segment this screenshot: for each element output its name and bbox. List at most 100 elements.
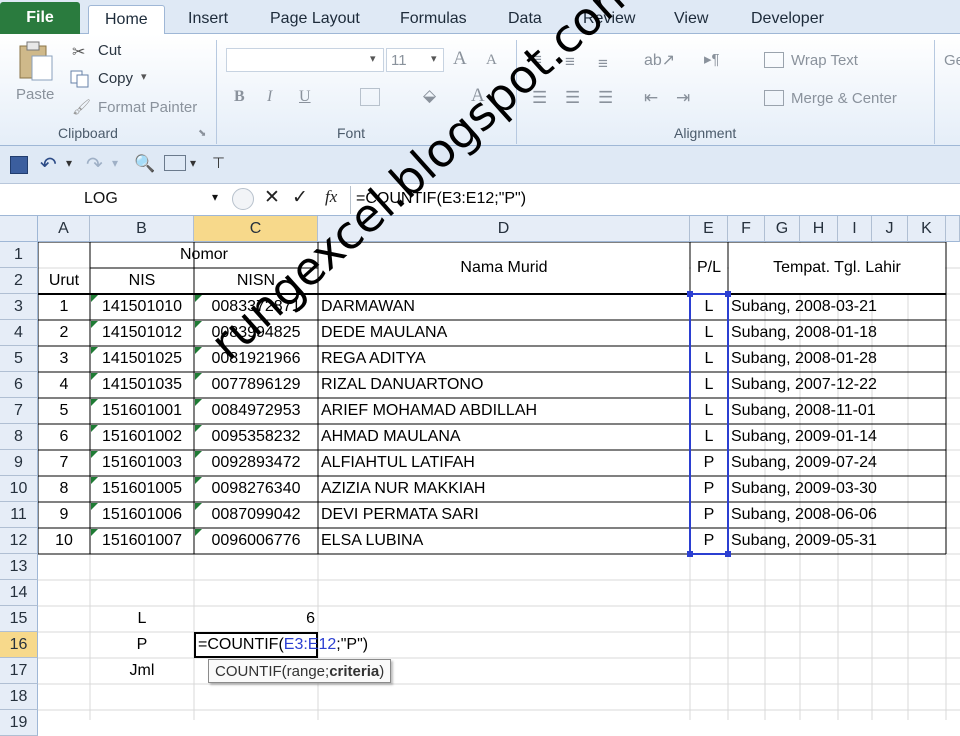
cell-nama[interactable]: ALFIAHTUL LATIFAH xyxy=(318,450,690,476)
function-tooltip[interactable]: COUNTIF(range; criteria) xyxy=(208,659,392,683)
cell-pl[interactable]: P xyxy=(690,450,728,476)
row-header-18[interactable]: 18 xyxy=(0,684,38,710)
underline-button[interactable]: U xyxy=(299,88,311,106)
redo-icon[interactable]: ↷ xyxy=(86,152,103,177)
cell-nis[interactable]: 141501025 xyxy=(90,346,194,372)
select-all-corner[interactable] xyxy=(0,216,38,242)
row-header-9[interactable]: 9 xyxy=(0,450,38,476)
cell-ttl[interactable]: Subang, 2009-07-24 xyxy=(728,450,946,476)
cell-nama[interactable]: DEVI PERMATA SARI xyxy=(318,502,690,528)
borders-icon[interactable] xyxy=(360,88,380,106)
column-header-c[interactable]: C xyxy=(194,216,318,242)
tab-developer[interactable]: Developer xyxy=(751,6,824,32)
cell-urut[interactable]: 4 xyxy=(38,372,90,398)
paste-icon[interactable] xyxy=(14,40,56,82)
cell-urut[interactable]: 5 xyxy=(38,398,90,424)
chevron-down-icon[interactable]: ▾ xyxy=(112,156,118,170)
cell-nis[interactable]: 141501035 xyxy=(90,372,194,398)
insert-function-button[interactable]: fx xyxy=(325,187,337,207)
save-icon[interactable] xyxy=(10,156,28,174)
cancel-icon[interactable]: ✕ xyxy=(264,186,280,209)
active-cell-editor[interactable]: =COUNTIF(E3:E12 ;"P") xyxy=(194,632,368,658)
column-header-g[interactable]: G xyxy=(765,216,800,242)
chevron-down-icon[interactable]: ▾ xyxy=(66,156,72,170)
cell-pl[interactable]: P xyxy=(690,502,728,528)
row-header-5[interactable]: 5 xyxy=(0,346,38,372)
enter-icon[interactable]: ✓ xyxy=(292,186,308,209)
column-header-b[interactable]: B xyxy=(90,216,194,242)
cell-urut[interactable]: 10 xyxy=(38,528,90,554)
cell-nis[interactable]: 151601001 xyxy=(90,398,194,424)
row-header-10[interactable]: 10 xyxy=(0,476,38,502)
cell-pl[interactable]: L xyxy=(690,398,728,424)
name-box[interactable]: LOG xyxy=(0,186,228,212)
row-header-12[interactable]: 12 xyxy=(0,528,38,554)
cell-ttl[interactable]: Subang, 2009-01-14 xyxy=(728,424,946,450)
wrap-text-button[interactable]: Wrap Text xyxy=(791,52,858,69)
fill-color-icon[interactable]: ⬙ xyxy=(423,86,436,106)
cell-urut[interactable]: 3 xyxy=(38,346,90,372)
cell-nama[interactable]: AHMAD MAULANA xyxy=(318,424,690,450)
align-center-icon[interactable]: ☰ xyxy=(565,88,580,108)
paste-button[interactable]: Paste xyxy=(16,86,54,103)
cell-urut[interactable]: 7 xyxy=(38,450,90,476)
row-header-6[interactable]: 6 xyxy=(0,372,38,398)
cell-pl[interactable]: L xyxy=(690,294,728,320)
cell-nis[interactable]: 151601007 xyxy=(90,528,194,554)
increase-indent-icon[interactable]: ⇥ xyxy=(676,88,690,108)
orientation-icon[interactable]: ab↗ xyxy=(644,50,675,70)
merge-center-button[interactable]: Merge & Center xyxy=(791,90,897,107)
cell-urut[interactable]: 6 xyxy=(38,424,90,450)
cell-nama[interactable]: ARIEF MOHAMAD ABDILLAH xyxy=(318,398,690,424)
cell-pl[interactable]: L xyxy=(690,372,728,398)
tab-insert[interactable]: Insert xyxy=(188,6,228,32)
row-header-19[interactable]: 19 xyxy=(0,710,38,736)
cut-button[interactable]: Cut xyxy=(98,42,121,59)
chevron-down-icon[interactable]: ▾ xyxy=(190,156,196,170)
row-header-14[interactable]: 14 xyxy=(0,580,38,606)
cell-ttl[interactable]: Subang, 2007-12-22 xyxy=(728,372,946,398)
tab-file[interactable]: File xyxy=(0,2,80,34)
format-painter-button[interactable]: Format Painter xyxy=(98,99,197,116)
column-header-k[interactable]: K xyxy=(908,216,946,242)
tab-page-layout[interactable]: Page Layout xyxy=(270,6,360,32)
cell-nis[interactable]: 151601005 xyxy=(90,476,194,502)
dialog-launcher-icon[interactable]: ⬊ xyxy=(198,128,206,139)
cell-ttl[interactable]: Subang, 2008-01-18 xyxy=(728,320,946,346)
italic-button[interactable]: I xyxy=(267,88,272,106)
tab-home[interactable]: Home xyxy=(88,5,165,34)
decrease-indent-icon[interactable]: ⇤ xyxy=(644,88,658,108)
cell-ttl[interactable]: Subang, 2008-06-06 xyxy=(728,502,946,528)
row-header-17[interactable]: 17 xyxy=(0,658,38,684)
cell-nis[interactable]: 141501010 xyxy=(90,294,194,320)
cell-pl[interactable]: P xyxy=(690,476,728,502)
cell-urut[interactable]: 9 xyxy=(38,502,90,528)
name-box-splitter[interactable] xyxy=(232,188,254,210)
align-bottom-icon[interactable]: ≡ xyxy=(598,54,608,74)
cell-nama[interactable]: DEDE MAULANA xyxy=(318,320,690,346)
cell-urut[interactable]: 8 xyxy=(38,476,90,502)
column-header-a[interactable]: A xyxy=(38,216,90,242)
text-direction-icon[interactable]: ▸¶ xyxy=(704,50,720,68)
cell-nisn[interactable]: 0095358232 xyxy=(194,424,318,450)
row-header-7[interactable]: 7 xyxy=(0,398,38,424)
row-header-11[interactable]: 11 xyxy=(0,502,38,528)
cell-urut[interactable]: 1 xyxy=(38,294,90,320)
chevron-down-icon[interactable]: ▾ xyxy=(212,190,218,204)
cell-nis[interactable]: 141501012 xyxy=(90,320,194,346)
cell-nama[interactable]: ELSA LUBINA xyxy=(318,528,690,554)
cell-ttl[interactable]: Subang, 2008-01-28 xyxy=(728,346,946,372)
cell-nisn[interactable]: 0087099042 xyxy=(194,502,318,528)
value-l[interactable]: 6 xyxy=(194,606,318,632)
cell-nisn[interactable]: 0092893472 xyxy=(194,450,318,476)
cell-ttl[interactable]: Subang, 2008-03-21 xyxy=(728,294,946,320)
chevron-down-icon[interactable]: ▾ xyxy=(141,70,147,83)
cell-nama[interactable]: AZIZIA NUR MAKKIAH xyxy=(318,476,690,502)
row-header-2[interactable]: 2 xyxy=(0,268,38,294)
tab-formulas[interactable]: Formulas xyxy=(400,6,467,32)
number-format-dropdown[interactable]: Ge xyxy=(944,52,960,69)
cell-nisn[interactable]: 0096006776 xyxy=(194,528,318,554)
cell-pl[interactable]: L xyxy=(690,424,728,450)
column-header-partial[interactable] xyxy=(946,216,960,242)
cell-ttl[interactable]: Subang, 2009-03-30 xyxy=(728,476,946,502)
